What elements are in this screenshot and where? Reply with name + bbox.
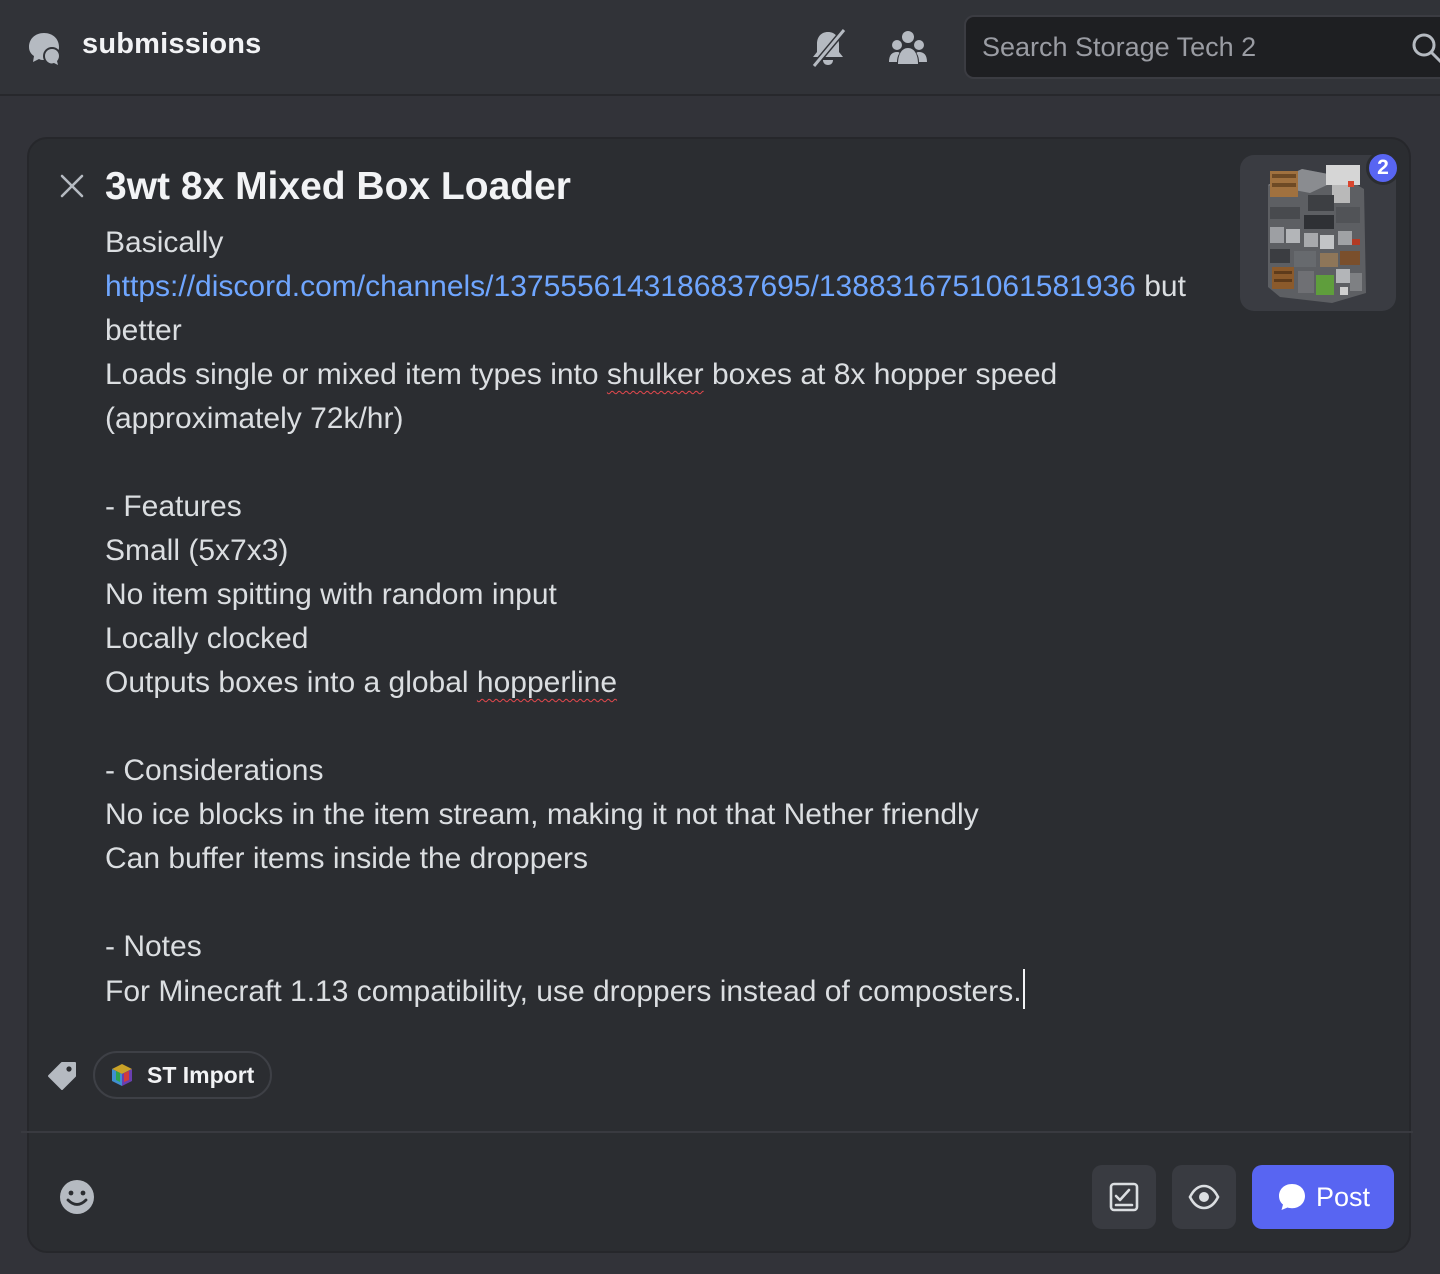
eye-icon (1188, 1184, 1220, 1210)
tag-label: ST Import (147, 1061, 255, 1088)
note-item: For Minecraft 1.13 compatibility, use dr… (105, 969, 1215, 1014)
body-line: Loads single or mixed item types into sh… (105, 353, 1215, 397)
channel-name: submissions (82, 28, 262, 60)
body-text: but (1135, 270, 1186, 303)
body-text: Loads single or mixed item types into (105, 358, 607, 391)
body-line: (approximately 72k/hr) (105, 402, 404, 435)
channel-header: submissions (0, 0, 1440, 96)
body-text: boxes at 8x hopper speed (703, 358, 1058, 391)
search-bar[interactable] (964, 15, 1440, 79)
post-button[interactable]: Post (1252, 1165, 1394, 1229)
text-caret (1022, 969, 1025, 1009)
tag-st-import[interactable]: ST Import (93, 1051, 273, 1099)
feature-item: Locally clocked (105, 622, 309, 655)
body-text: For Minecraft 1.13 compatibility, use dr… (105, 975, 1022, 1008)
search-icon[interactable] (1410, 31, 1440, 65)
attachment-count-badge: 2 (1366, 151, 1400, 185)
close-icon[interactable] (57, 171, 87, 201)
post-button-label: Post (1315, 1181, 1371, 1212)
preview-button[interactable] (1172, 1165, 1236, 1229)
search-input[interactable] (982, 17, 1402, 77)
body-line: https://discord.com/channels/13755561431… (105, 265, 1215, 309)
post-title-input[interactable]: 3wt 8x Mixed Box Loader (105, 165, 1105, 209)
emoji-icon[interactable] (59, 1179, 95, 1215)
chat-bubble-icon (1278, 1184, 1305, 1210)
tag-icon[interactable] (45, 1059, 79, 1093)
post-body-editor[interactable]: Basically https://discord.com/channels/1… (105, 221, 1215, 1014)
misspelled-word[interactable]: hopperline (477, 666, 617, 699)
poll-checklist-icon (1109, 1182, 1139, 1212)
forum-channel-icon (29, 33, 61, 65)
poll-button[interactable] (1092, 1165, 1156, 1229)
body-line: Basically (105, 226, 224, 259)
divider (21, 1131, 1413, 1133)
misspelled-word[interactable]: shulker (607, 358, 704, 391)
section-heading: - Notes (105, 930, 202, 963)
message-link[interactable]: https://discord.com/channels/13755561431… (105, 270, 1136, 303)
body-line: better (105, 314, 182, 347)
feature-item: Outputs boxes into a global hopperline (105, 661, 1215, 705)
feature-item: Small (5x7x3) (105, 534, 289, 567)
member-list-icon[interactable] (886, 26, 930, 70)
body-text: Outputs boxes into a global (105, 666, 477, 699)
post-composer: 3wt 8x Mixed Box Loader Basically https:… (21, 137, 1413, 1253)
consideration-item: No ice blocks in the item stream, making… (105, 798, 979, 831)
feature-item: No item spitting with random input (105, 578, 557, 611)
section-heading: - Considerations (105, 754, 324, 787)
section-heading: - Features (105, 490, 242, 523)
bell-muted-icon[interactable] (806, 26, 850, 70)
st-import-logo-icon (112, 1064, 132, 1086)
consideration-item: Can buffer items inside the droppers (105, 842, 589, 875)
